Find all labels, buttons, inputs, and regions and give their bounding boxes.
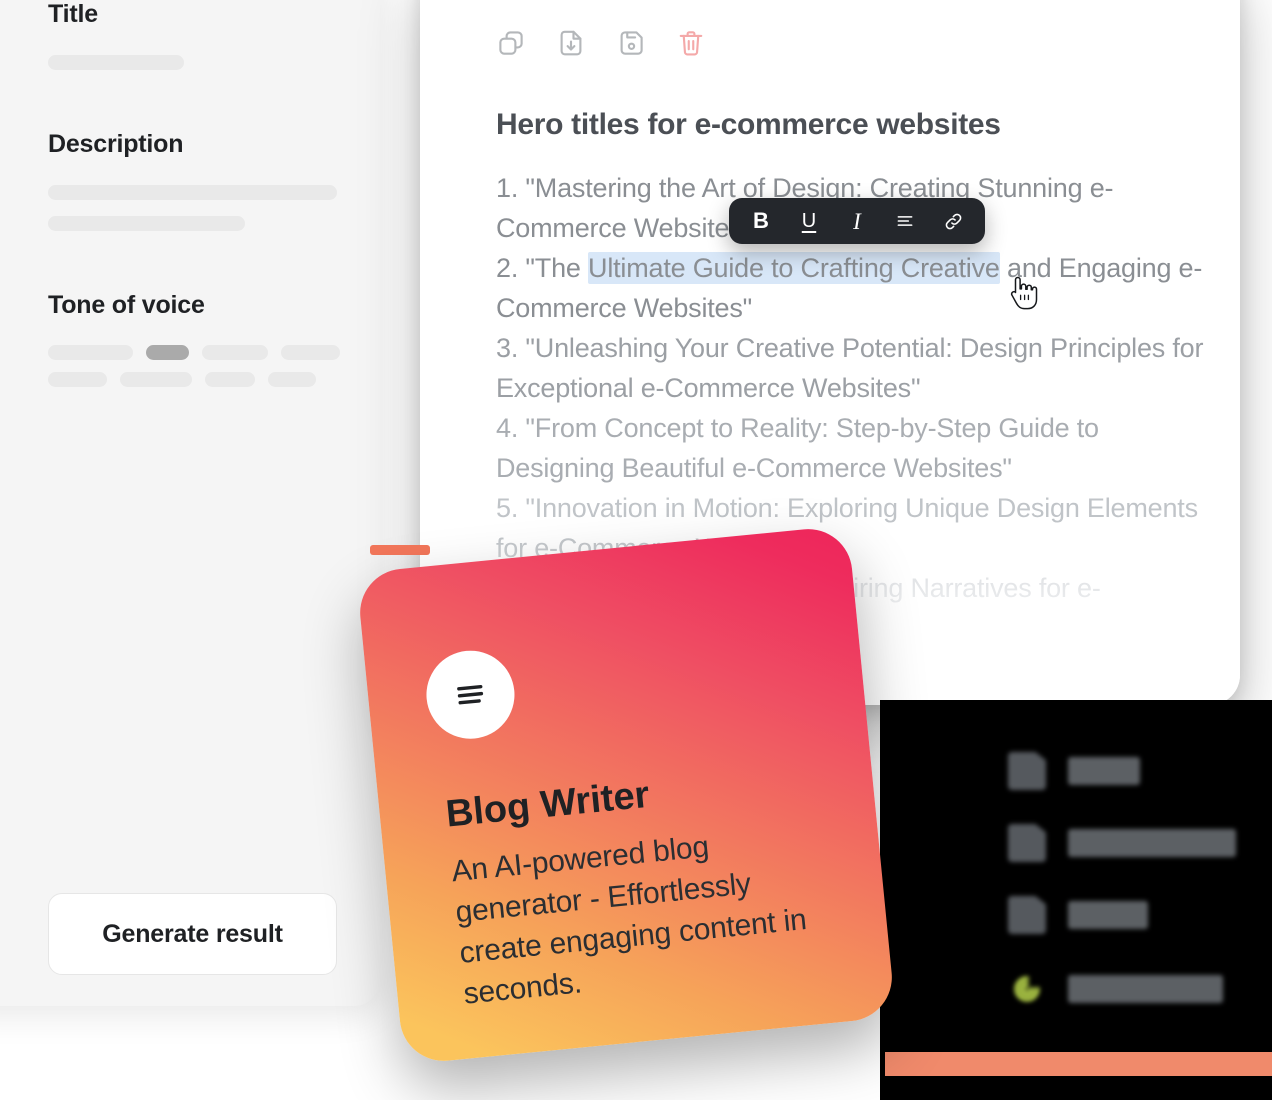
blog-writer-card[interactable]: Blog Writer An AI-powered blog generator… bbox=[356, 525, 896, 1065]
dark-list-item[interactable] bbox=[1008, 896, 1148, 934]
delete-icon[interactable] bbox=[676, 28, 706, 58]
dark-list-item-label bbox=[1068, 829, 1236, 857]
coral-accent-band bbox=[885, 1052, 1272, 1076]
dark-list-item-label bbox=[1068, 757, 1140, 785]
document-line-3[interactable]: 3. "Unleashing Your Creative Potential: … bbox=[496, 328, 1206, 408]
title-label: Title bbox=[48, 0, 98, 28]
dark-list-item-label bbox=[1068, 975, 1223, 1003]
description-label: Description bbox=[48, 130, 184, 158]
underline-button[interactable]: U bbox=[797, 208, 821, 234]
tone-pill-row-2 bbox=[48, 372, 380, 387]
description-input-placeholder-line-2[interactable] bbox=[48, 216, 245, 231]
link-icon[interactable] bbox=[941, 208, 965, 234]
copy-icon[interactable] bbox=[496, 28, 526, 58]
text-selection-highlight: Ultimate Guide to Crafting Creative bbox=[588, 252, 1000, 284]
form-fields: Title Description Tone of voice bbox=[48, 0, 380, 387]
tone-pill-1-1[interactable] bbox=[48, 345, 133, 360]
document-toolbar bbox=[496, 28, 706, 58]
save-icon[interactable] bbox=[616, 28, 646, 58]
dark-list-item[interactable] bbox=[1008, 824, 1236, 862]
download-icon[interactable] bbox=[556, 28, 586, 58]
dark-list-item[interactable] bbox=[1008, 752, 1140, 790]
blog-card-description: An AI-powered blog generator - Effortles… bbox=[450, 830, 809, 1011]
file-icon bbox=[1008, 824, 1046, 862]
file-icon bbox=[1008, 896, 1046, 934]
description-input-placeholder-line-1[interactable] bbox=[48, 185, 337, 200]
italic-button[interactable]: I bbox=[845, 208, 869, 234]
lime-spiral-icon bbox=[1008, 970, 1046, 1008]
generate-result-button[interactable]: Generate result bbox=[48, 893, 337, 975]
coral-accent-sliver bbox=[370, 545, 430, 555]
format-toolbar: B U I bbox=[729, 198, 985, 244]
tone-pill-2-2[interactable] bbox=[120, 372, 192, 387]
form-panel: Title Description Tone of voice Generate… bbox=[0, 0, 380, 1006]
dark-list-item-label bbox=[1068, 901, 1148, 929]
dark-list-panel bbox=[880, 700, 1272, 1100]
bold-button[interactable]: B bbox=[749, 208, 773, 234]
tone-pill-1-4[interactable] bbox=[281, 345, 340, 360]
tone-of-voice-label: Tone of voice bbox=[48, 291, 205, 319]
tone-pill-2-4[interactable] bbox=[268, 372, 316, 387]
align-icon[interactable] bbox=[893, 208, 917, 234]
tone-pill-row-1 bbox=[48, 345, 380, 360]
tone-pill-2-3[interactable] bbox=[205, 372, 255, 387]
dark-list-item[interactable] bbox=[1008, 970, 1223, 1008]
tone-pill-1-3[interactable] bbox=[202, 345, 268, 360]
document-line-2[interactable]: 2. "The Ultimate Guide to Crafting Creat… bbox=[496, 248, 1206, 328]
title-input-placeholder[interactable] bbox=[48, 55, 184, 70]
tone-pill-2-1[interactable] bbox=[48, 372, 107, 387]
blog-card-title: Blog Writer bbox=[444, 773, 652, 836]
document-title: Hero titles for e-commerce websites bbox=[496, 108, 1001, 141]
app-screenshot: Title Description Tone of voice Generate… bbox=[0, 0, 1272, 1100]
menu-lines-icon bbox=[422, 646, 519, 743]
file-icon bbox=[1008, 752, 1046, 790]
tone-pill-1-2[interactable] bbox=[146, 345, 189, 360]
document-line-4[interactable]: 4. "From Concept to Reality: Step-by-Ste… bbox=[496, 408, 1206, 488]
